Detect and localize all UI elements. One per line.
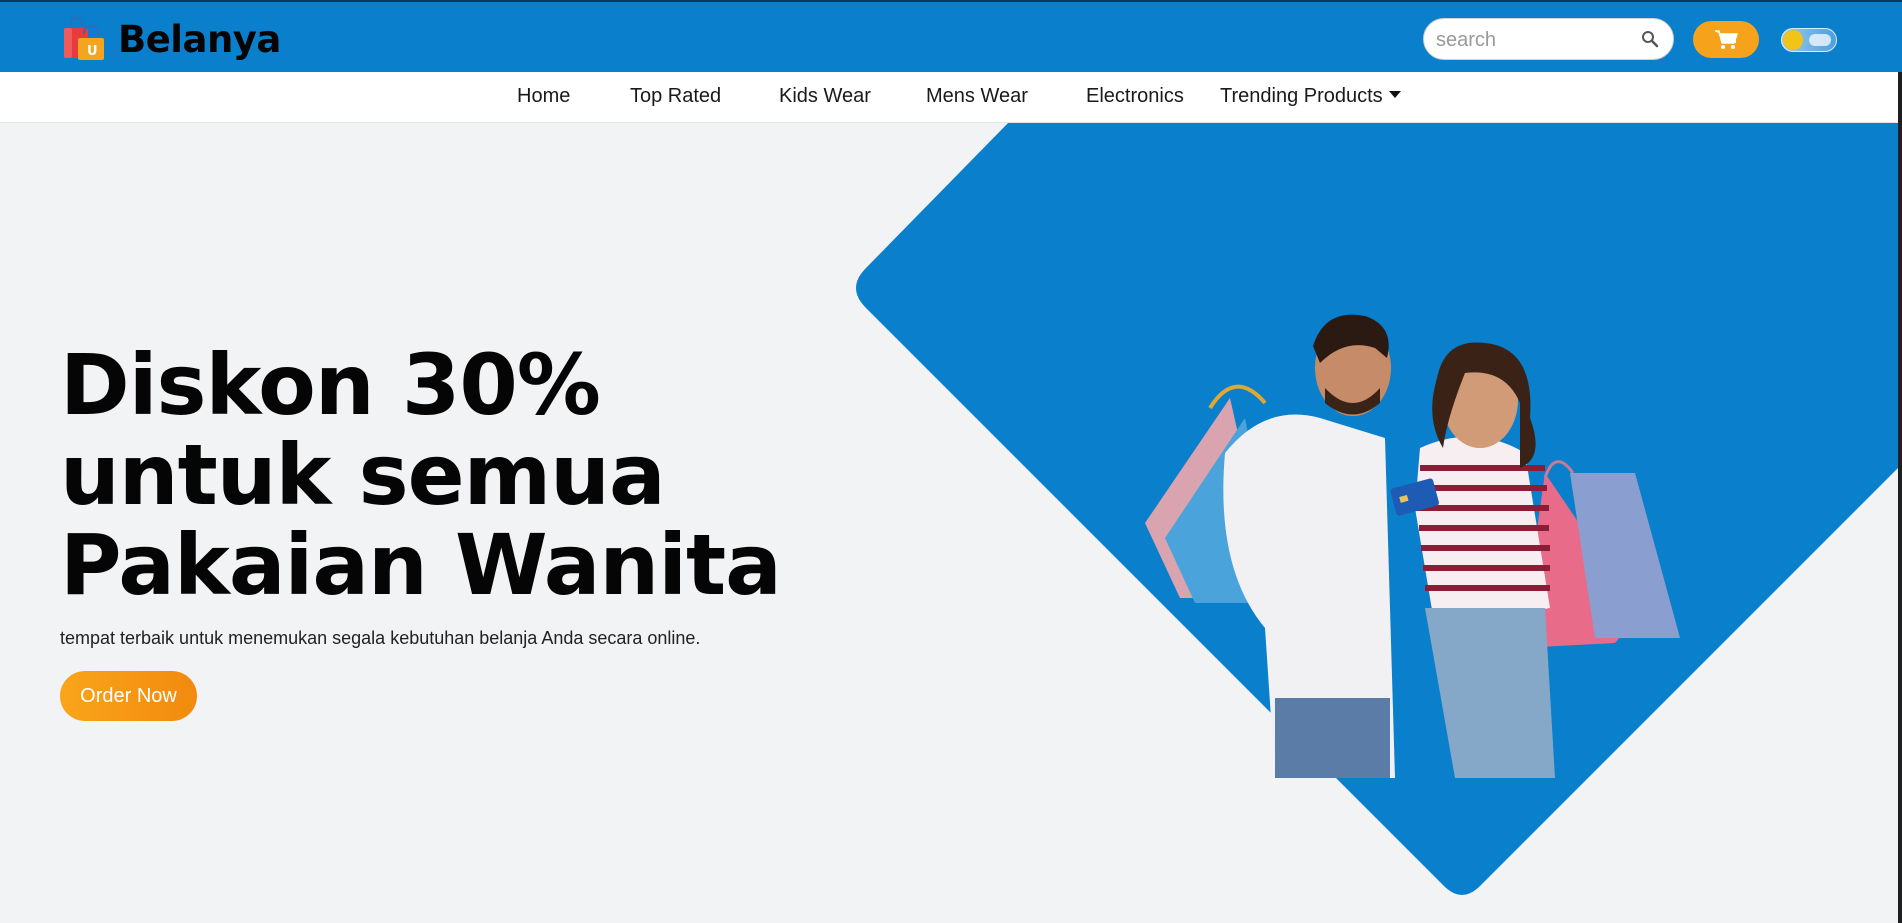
top-header: U Belanya [0,0,1902,72]
svg-text:U: U [87,44,98,59]
cart-button[interactable] [1693,21,1759,58]
cart-icon [1715,29,1738,49]
nav-item-kids-wear[interactable]: Kids Wear [779,85,871,108]
nav-item-home[interactable]: Home [517,85,570,108]
order-now-button[interactable]: Order Now [60,671,197,721]
search-input[interactable] [1434,27,1638,53]
nav-item-electronics[interactable]: Electronics [1086,85,1184,108]
nav-item-mens-wear[interactable]: Mens Wear [926,85,1028,108]
sun-icon [1783,30,1803,50]
search-icon[interactable] [1641,30,1659,48]
search-box[interactable] [1423,18,1674,60]
main-nav: Home Top Rated Kids Wear Mens Wear Elect… [0,72,1898,123]
hero-title: Diskon 30% untuk semua Pakaian Wanita [60,336,782,614]
theme-toggle[interactable] [1781,28,1837,52]
shopping-bags-icon: U [64,16,104,60]
caret-down-icon [1388,91,1401,99]
hero-subtitle: tempat terbaik untuk menemukan segala ke… [60,628,701,648]
hero-photo [1145,314,1680,778]
brand-name: Belanya [118,17,281,61]
cloud-icon [1809,34,1831,46]
nav-item-trending-label: Trending Products [1220,85,1383,107]
brand[interactable]: U Belanya [60,16,281,62]
nav-item-trending-products[interactable]: Trending Products [1220,85,1401,108]
window-edge [1898,72,1902,923]
nav-item-top-rated[interactable]: Top Rated [630,85,721,108]
